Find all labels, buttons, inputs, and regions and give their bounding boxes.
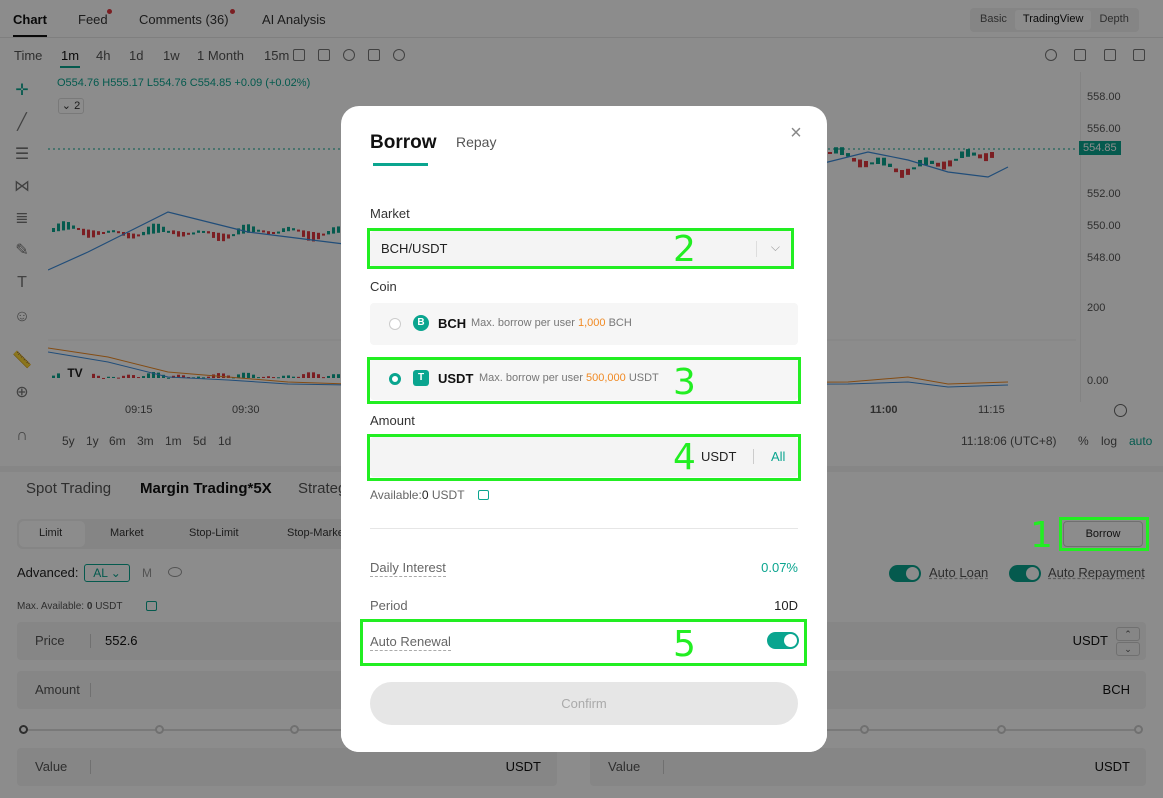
auto-renewal-toggle[interactable]: [767, 632, 799, 649]
amount-currency: USDT: [701, 449, 737, 464]
modal-header: Borrow Repay ×: [341, 106, 827, 167]
coin-max-unit: BCH: [608, 317, 632, 329]
coin-max-value: 1,000: [578, 317, 606, 329]
amount-separator: [753, 449, 754, 464]
amount-label: Amount: [370, 413, 415, 428]
chevron-down-icon: ⌵: [770, 240, 780, 254]
annotation-number-1: 1: [1030, 515, 1053, 556]
usdt-coin-icon: T: [413, 370, 429, 386]
annotation-number-4: 4: [673, 437, 696, 478]
transfer-icon[interactable]: [478, 490, 489, 500]
coin-radio-usdt[interactable]: [389, 373, 401, 385]
close-icon[interactable]: ×: [787, 123, 805, 143]
borrow-amount-input[interactable]: USDT All: [370, 437, 798, 477]
coin-option-bch[interactable]: B BCH Max. borrow per user 1,000 BCH: [370, 303, 798, 345]
coin-max-unit: USDT: [628, 372, 659, 384]
market-select[interactable]: BCH/USDT ⌵: [370, 231, 792, 267]
market-select-value: BCH/USDT: [381, 241, 448, 256]
confirm-button[interactable]: Confirm: [370, 682, 798, 725]
coin-symbol: BCH: [438, 316, 467, 331]
annotation-number-2: 2: [673, 229, 696, 270]
coin-max-label: Max. borrow per user: [471, 317, 575, 329]
modal-tab-borrow[interactable]: Borrow: [370, 132, 437, 154]
daily-interest-label: Daily Interest: [370, 560, 446, 577]
modal-divider: [370, 528, 798, 529]
available-unit: USDT: [431, 488, 465, 502]
coin-max-value: 500,000: [586, 372, 626, 384]
coin-symbol: USDT: [438, 371, 474, 386]
amount-all-button[interactable]: All: [771, 449, 785, 464]
borrow-modal: Borrow Repay × Market BCH/USDT ⌵ Coin B …: [341, 106, 827, 752]
period-label: Period: [370, 598, 408, 613]
coin-max-borrow: Max. borrow per user 1,000 BCH: [471, 317, 632, 329]
available-value: 0: [421, 488, 429, 502]
daily-interest-value: 0.07%: [761, 560, 798, 575]
auto-renewal-label: Auto Renewal: [370, 634, 451, 651]
market-select-separator: [756, 241, 757, 257]
available-label: Available:: [370, 488, 422, 502]
bch-coin-icon: B: [413, 315, 429, 331]
coin-max-borrow: Max. borrow per user 500,000 USDT: [479, 372, 659, 384]
available-balance: Available:0 USDT: [370, 488, 465, 502]
modal-tab-repay[interactable]: Repay: [456, 134, 496, 150]
modal-tab-underline: [373, 163, 428, 166]
coin-max-label: Max. borrow per user: [479, 372, 583, 384]
annotation-number-5: 5: [673, 624, 696, 665]
coin-label: Coin: [370, 279, 397, 294]
period-value: 10D: [774, 598, 798, 613]
coin-option-usdt[interactable]: T USDT Max. borrow per user 500,000 USDT: [370, 358, 798, 400]
annotation-number-3: 3: [673, 362, 696, 403]
coin-radio-bch[interactable]: [389, 318, 401, 330]
market-label: Market: [370, 206, 410, 221]
